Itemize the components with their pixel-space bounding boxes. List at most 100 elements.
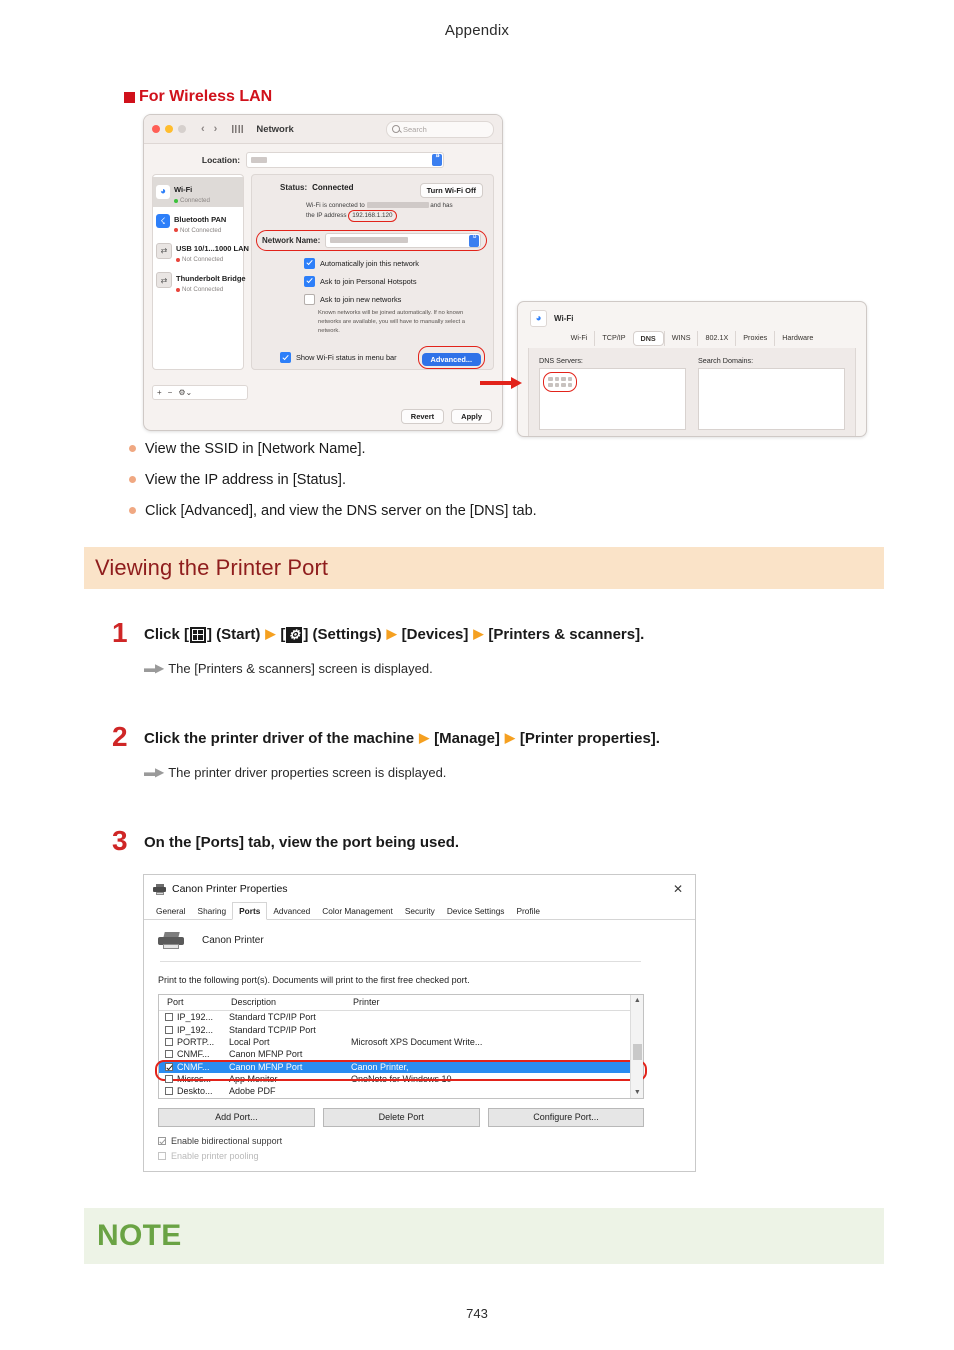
tab-8021x[interactable]: 802.1X [697,331,735,346]
arrow-separator-icon: ▶ [386,626,397,642]
tab-sharing[interactable]: Sharing [192,903,233,919]
dialog-tab-bar[interactable]: General Sharing Ports Advanced Color Man… [144,902,695,920]
tab-security[interactable]: Security [399,903,441,919]
row-checkbox-icon[interactable] [165,1062,173,1071]
tab-proxies[interactable]: Proxies [735,331,774,346]
checkbox-show-wifi-status[interactable]: Show Wi-Fi status in menu bar [280,352,397,363]
checkbox-enable-printer-pooling[interactable]: Enable printer pooling [158,1151,681,1161]
tab-color-management[interactable]: Color Management [316,903,399,919]
location-select[interactable]: ⇅ [246,152,445,168]
row-checkbox-icon[interactable] [165,1075,173,1084]
table-row-selected[interactable]: CNMF... Canon MFNP Port Canon Printer, [159,1060,644,1073]
checkbox-personal-hotspots[interactable]: Ask to join Personal Hotspots [304,275,483,287]
arrow-separator-icon: ▶ [504,730,515,746]
tab-general[interactable]: General [150,903,192,919]
forward-arrow-icon[interactable]: › [214,123,218,135]
tab-tcpip[interactable]: TCP/IP [594,331,632,346]
network-service-wifi[interactable]: ◕ Wi-Fi Connected [153,177,243,207]
tab-advanced[interactable]: Advanced [267,903,316,919]
network-name-stepper-icon[interactable]: ⇅ [469,234,479,247]
scroll-down-icon[interactable]: ▼ [634,1089,641,1096]
close-icon[interactable]: ✕ [673,882,687,896]
row-checkbox-icon[interactable] [165,1050,173,1059]
list-item-text: Click [Advanced], and view the DNS serve… [145,503,537,520]
row-checkbox-icon[interactable] [165,1013,173,1022]
service-actions-menu-icon[interactable]: ⚙⌄ [178,388,192,397]
row-checkbox-icon[interactable] [165,1037,173,1046]
table-row[interactable]: Micros... App Monitor OneNote for Window… [159,1073,643,1085]
checkbox-ask-new-networks[interactable]: Ask to join new networks [304,293,483,305]
dns-servers-list[interactable] [539,368,686,430]
back-arrow-icon[interactable]: ‹ [201,123,205,135]
scrollbar-thumb[interactable] [633,1044,643,1061]
wifi-detail-pane: Status: Connected Turn Wi-Fi Off Wi-Fi i… [251,174,494,370]
cell-port: CNMF... [177,1061,210,1072]
configure-port-button[interactable]: Configure Port... [487,1107,645,1127]
table-row[interactable]: Deskto... Adobe PDF [159,1085,643,1097]
tab-wins[interactable]: WINS [663,331,698,346]
divider [160,961,642,962]
checkbox-auto-join[interactable]: Automatically join this network [304,257,483,269]
location-stepper-icon[interactable]: ⇅ [432,153,443,166]
row-checkbox-icon[interactable] [165,1025,173,1034]
dns-tab-bar[interactable]: Wi-Fi TCP/IP DNS WINS 802.1X Proxies Har… [518,331,866,346]
location-row: Location: ⇅ [144,144,502,174]
macos-search-field[interactable]: Search [386,120,494,138]
status-dot-icon [174,198,178,203]
show-wifi-label: Show Wi-Fi status in menu bar [296,353,397,362]
table-row[interactable]: IP_192... Standard TCP/IP Port [159,1023,643,1035]
step1-devices-label: [Devices] [401,626,469,643]
checkbox-enable-bidirectional[interactable]: Enable bidirectional support [158,1136,681,1146]
checkbox-icon[interactable] [304,275,315,287]
turn-wifi-off-button[interactable]: Turn Wi-Fi Off [419,183,483,198]
table-row[interactable]: IP_192... Standard TCP/IP Port [159,1011,643,1023]
service-name: Thunderbolt Bridge [176,273,246,283]
table-row[interactable]: CNMF... Canon MFNP Port [159,1048,643,1060]
checkbox-icon[interactable] [304,293,315,305]
search-domains-list[interactable] [698,368,845,430]
add-port-button[interactable]: Add Port... [158,1107,315,1127]
revert-button[interactable]: Revert [400,409,445,424]
checkbox-icon[interactable] [304,257,315,269]
row-checkbox-icon[interactable] [165,1087,173,1096]
tab-dns[interactable]: DNS [632,331,664,346]
tab-wifi[interactable]: Wi-Fi [564,331,595,346]
advanced-button[interactable]: Advanced... [421,352,481,366]
tab-hardware[interactable]: Hardware [774,331,820,346]
network-service-thunderbolt-bridge[interactable]: ⇄ Thunderbolt Bridge Not Connected [153,266,246,296]
network-name-select[interactable]: ⇅ [325,232,481,248]
scroll-up-icon[interactable]: ▲ [634,997,641,1004]
dns-servers-label: DNS Servers: [539,356,583,365]
table-row[interactable]: PORTP... Local Port Microsoft XPS Docume… [159,1036,643,1048]
search-icon [392,125,400,133]
navigation-arrows[interactable]: ‹ › [201,123,217,135]
checkbox-icon[interactable] [280,352,291,363]
checkbox-icon[interactable] [158,1136,166,1145]
delete-port-button[interactable]: Delete Port [322,1107,480,1127]
ports-table-scrollbar[interactable]: ▲ ▼ [630,995,644,1098]
bullet-dot-icon [129,507,136,515]
grid-view-icon[interactable] [232,125,244,133]
tab-profile[interactable]: Profile [510,903,546,919]
checkbox-icon[interactable] [158,1151,166,1160]
remove-service-icon[interactable]: − [168,388,173,397]
apply-button[interactable]: Apply [451,409,492,424]
macos-network-body: ◕ Wi-Fi Connected ☇ Bluetooth PAN Not Co… [144,174,502,370]
close-window-icon[interactable] [152,125,160,133]
network-service-bluetooth-pan[interactable]: ☇ Bluetooth PAN Not Connected [153,207,243,237]
cell-port: PORTP... [177,1036,215,1047]
network-service-list[interactable]: ◕ Wi-Fi Connected ☇ Bluetooth PAN Not Co… [152,174,249,370]
ports-table[interactable]: Port Description Printer IP_192... Stand… [155,994,648,1099]
bullet-dot-icon [129,476,136,484]
tab-device-settings[interactable]: Device Settings [441,903,511,919]
add-service-icon[interactable]: + [157,388,162,397]
service-list-actions[interactable]: + − ⚙⌄ [152,385,248,400]
tab-ports[interactable]: Ports [232,902,268,920]
network-service-usb-lan[interactable]: ⇄ USB 10/1...1000 LAN Not Connected [153,236,249,266]
network-name-row-highlight: Network Name: ⇅ [256,229,487,251]
service-list-toolbar[interactable]: + − ⚙⌄ [152,385,248,400]
minimize-window-icon[interactable] [165,125,173,133]
step1-settings-label: ] (Settings) [303,626,382,643]
location-label: Location: [201,155,241,165]
macos-network-window: ‹ › Network Search Location: ⇅ ◕ Wi-Fi C… [143,114,503,431]
